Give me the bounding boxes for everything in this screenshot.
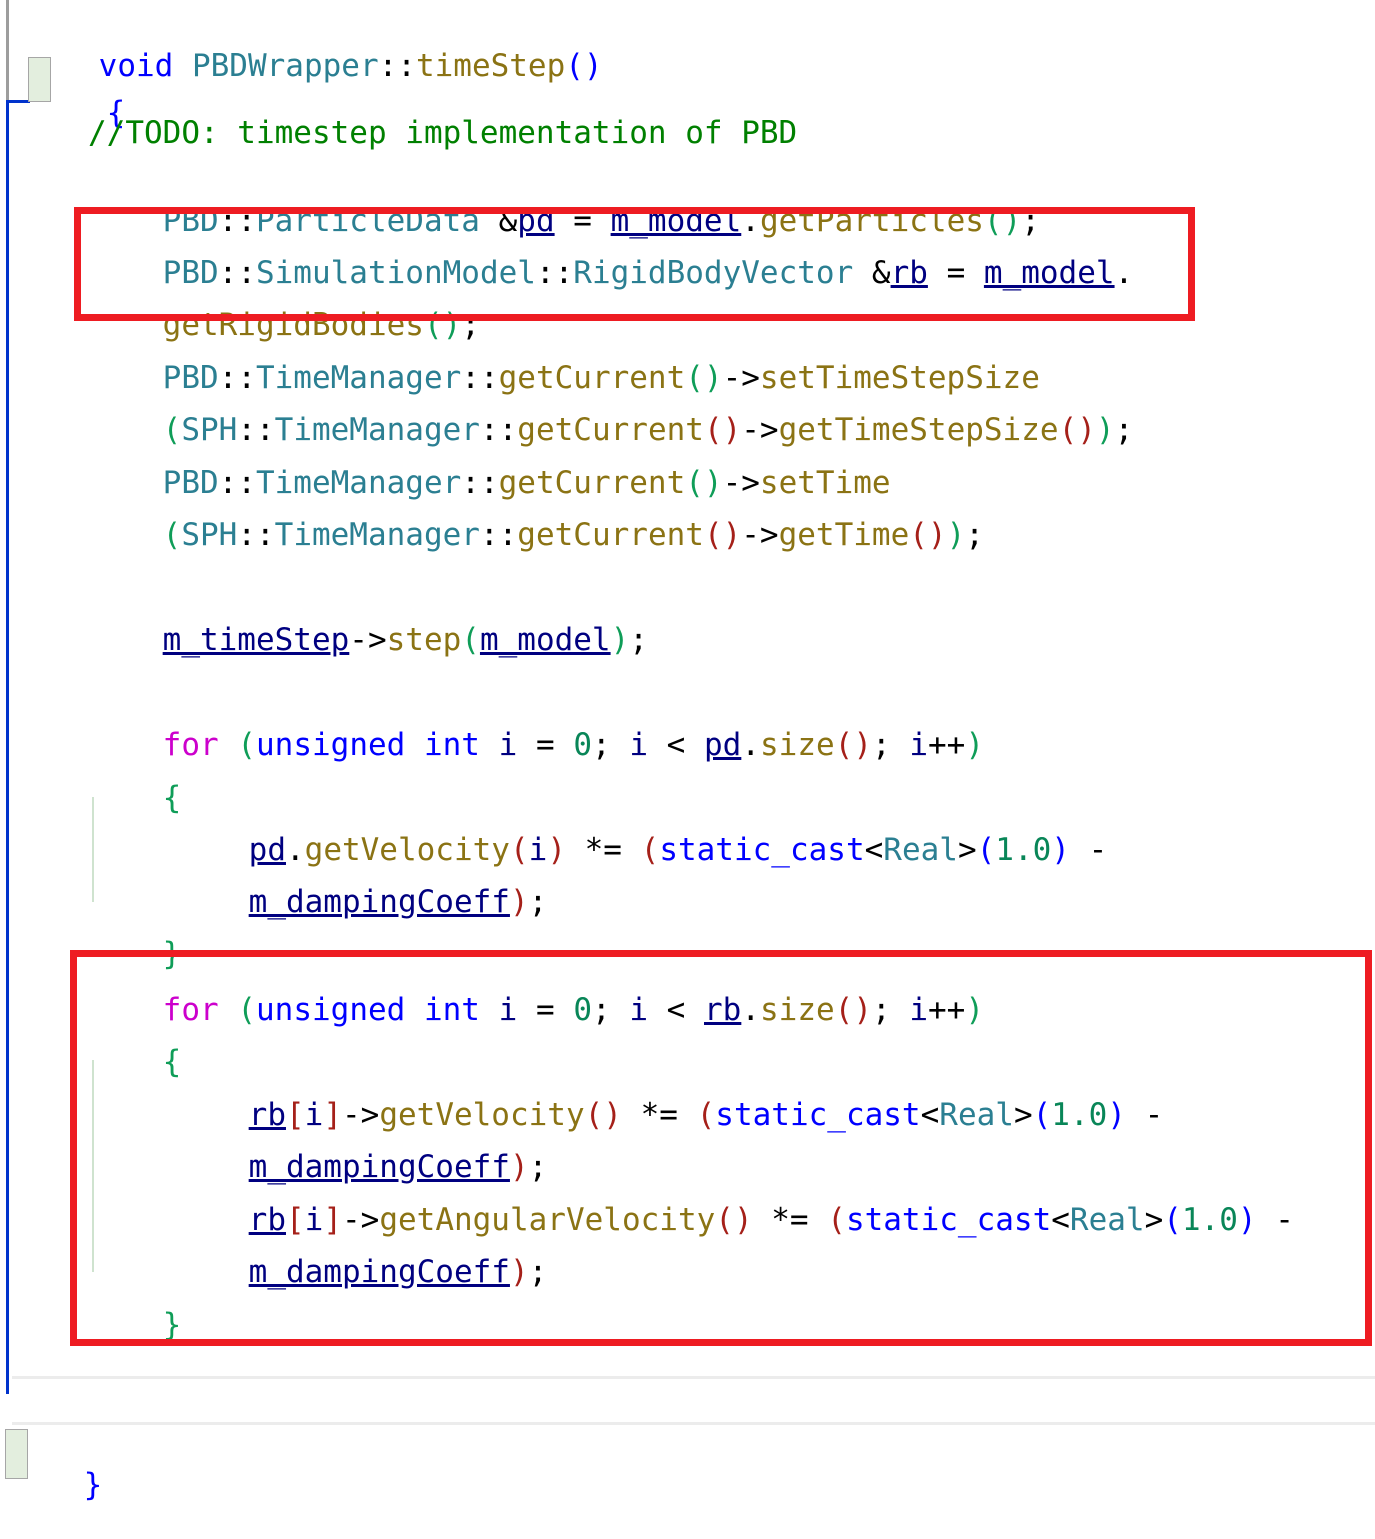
code-line-25[interactable]: }: [88, 1271, 182, 1379]
code-editor-surface[interactable]: void PBDWrapper::timeStep() { //TODO: ti…: [0, 0, 1375, 1507]
token-function-step: step: [386, 622, 462, 658]
editor-separator-top: [12, 1376, 1375, 1379]
token-brace-close-loop2: }: [162, 1307, 182, 1343]
code-line-12[interactable]: m_timeStep->step(m_model);: [88, 586, 648, 694]
code-line-14[interactable]: for (unsigned int i = 0; i < pd.size(); …: [88, 691, 984, 799]
token-paren: (): [565, 48, 603, 84]
code-line-3-comment[interactable]: //TODO: timestep implementation of PBD: [88, 115, 797, 151]
token-scope-op: ::: [378, 48, 416, 84]
token-brace-close-function: }: [83, 1467, 103, 1503]
gutter-change-bar-gray: [6, 0, 9, 103]
gutter-change-bar-blue: [6, 100, 9, 1394]
editor-separator-bottom: [12, 1422, 1375, 1425]
code-line-19[interactable]: for (unsigned int i = 0; i < rb.size(); …: [88, 956, 984, 1064]
token-keyword-static-cast: static_cast: [659, 832, 865, 868]
code-line-15[interactable]: {: [88, 744, 182, 852]
token-type-pbdwrapper: PBDWrapper: [191, 48, 379, 84]
code-line-20[interactable]: {: [88, 1008, 182, 1116]
token-var-rb: rb: [890, 255, 928, 291]
code-line-26[interactable]: }: [9, 1431, 103, 1539]
code-line-17[interactable]: m_dampingCoeff);: [174, 848, 548, 956]
token-var-m-timestep: m_timeStep: [162, 622, 350, 658]
code-line-10[interactable]: (SPH::TimeManager::getCurrent()->getTime…: [88, 481, 984, 589]
token-function-timestep: timeStep: [415, 48, 566, 84]
token-type-real: Real: [883, 832, 958, 868]
token-var-m-dampingcoeff: m_dampingCoeff: [248, 884, 510, 920]
code-line-24[interactable]: m_dampingCoeff);: [174, 1218, 548, 1326]
